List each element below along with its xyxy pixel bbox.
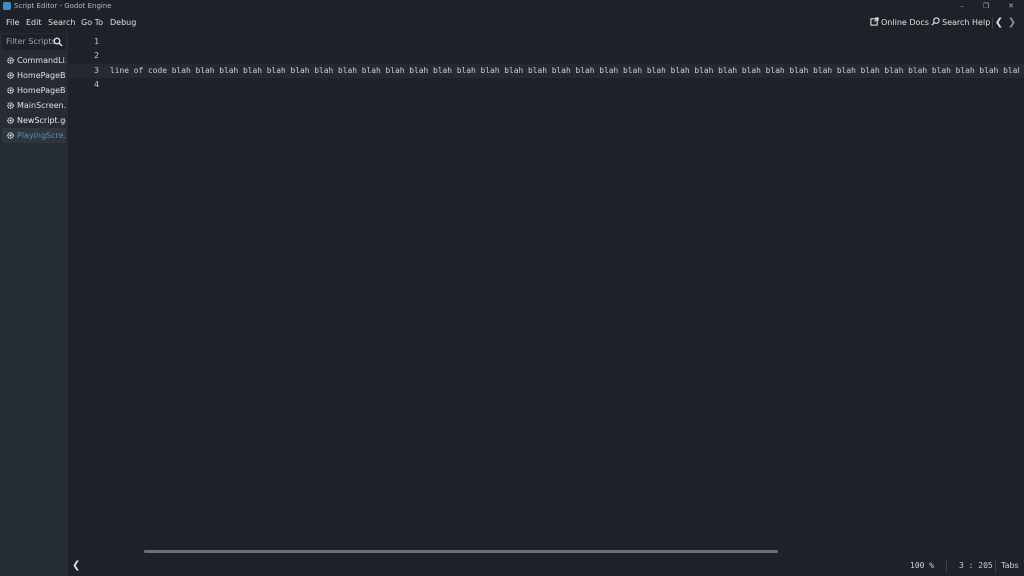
menu-debug[interactable]: Debug <box>110 12 136 33</box>
search-icon <box>53 37 63 47</box>
line-number: 3 <box>94 66 99 75</box>
search-help-label: Search Help <box>942 18 991 27</box>
title-bar: Script Editor - Godot Engine – ❐ ✕ <box>0 0 1024 12</box>
online-docs-button[interactable]: Online Docs <box>870 12 929 33</box>
code-editor[interactable]: 1 2 3 line of code blah blah blah blah b… <box>69 33 1024 555</box>
code-line[interactable]: 4 <box>69 78 1024 92</box>
menu-edit[interactable]: Edit <box>26 12 42 33</box>
script-list: CommandLi… HomePageB… HomePageB… MainScr… <box>2 53 66 143</box>
godot-logo-icon <box>3 2 11 10</box>
help-search-icon <box>931 17 940 26</box>
gear-icon <box>7 117 14 124</box>
code-line-current[interactable]: 3 line of code blah blah blah blah blah … <box>69 64 1024 78</box>
script-item[interactable]: HomePageB… <box>2 83 66 98</box>
menu-bar: File Edit Search Go To Debug Online Docs… <box>0 12 1024 33</box>
script-list-panel: Filter Scripts CommandLi… HomePageB… Hom… <box>0 33 68 576</box>
code-line[interactable]: 1 <box>69 35 1024 49</box>
menu-search[interactable]: Search <box>48 12 75 33</box>
line-number: 4 <box>94 80 99 89</box>
filter-scripts-input[interactable]: Filter Scripts <box>2 34 66 50</box>
external-link-icon <box>870 17 879 26</box>
script-item-active[interactable]: NewScript.gd <box>2 113 66 128</box>
gear-icon <box>7 132 14 139</box>
nav-forward-button[interactable]: ❯ <box>1007 12 1017 33</box>
script-name: HomePageB… <box>17 71 66 80</box>
divider <box>995 560 996 572</box>
menu-go-to[interactable]: Go To <box>81 12 103 33</box>
filter-placeholder: Filter Scripts <box>6 37 56 46</box>
scrollbar-thumb[interactable] <box>144 550 778 553</box>
gear-icon <box>7 102 14 109</box>
horizontal-scrollbar[interactable] <box>69 550 1024 554</box>
divider <box>992 17 993 29</box>
line-number: 1 <box>94 37 99 46</box>
status-bar: ❮ 100 % 3 : 205 Tabs <box>69 555 1024 576</box>
menu-file[interactable]: File <box>6 12 19 33</box>
script-name: NewScript.gd <box>17 116 66 125</box>
search-help-button[interactable]: Search Help <box>931 12 990 33</box>
cursor-position: 3 : 205 <box>959 561 993 570</box>
zoom-level[interactable]: 100 % <box>910 555 934 576</box>
script-name: MainScreen.… <box>17 101 66 110</box>
divider <box>946 560 947 572</box>
minimize-button[interactable]: – <box>951 0 973 12</box>
indentation-mode[interactable]: Tabs <box>1001 555 1019 576</box>
toggle-scripts-panel-button[interactable]: ❮ <box>72 555 80 576</box>
close-button[interactable]: ✕ <box>1000 0 1022 12</box>
line-number: 2 <box>94 51 99 60</box>
nav-back-button[interactable]: ❮ <box>994 12 1004 33</box>
maximize-button[interactable]: ❐ <box>975 0 997 12</box>
script-name: PlayingScre… <box>17 131 66 140</box>
gear-icon <box>7 72 14 79</box>
code-text: line of code blah blah blah blah blah bl… <box>110 66 1019 75</box>
script-name: HomePageB… <box>17 86 66 95</box>
script-item[interactable]: CommandLi… <box>2 53 66 68</box>
code-line[interactable]: 2 <box>69 49 1024 63</box>
online-docs-label: Online Docs <box>881 18 929 27</box>
window-title: Script Editor - Godot Engine <box>14 2 112 10</box>
script-name: CommandLi… <box>17 56 66 65</box>
gear-icon <box>7 57 14 64</box>
script-item-selected[interactable]: PlayingScre… <box>2 128 66 143</box>
script-item[interactable]: HomePageB… <box>2 68 66 83</box>
gear-icon <box>7 87 14 94</box>
script-item[interactable]: MainScreen.… <box>2 98 66 113</box>
